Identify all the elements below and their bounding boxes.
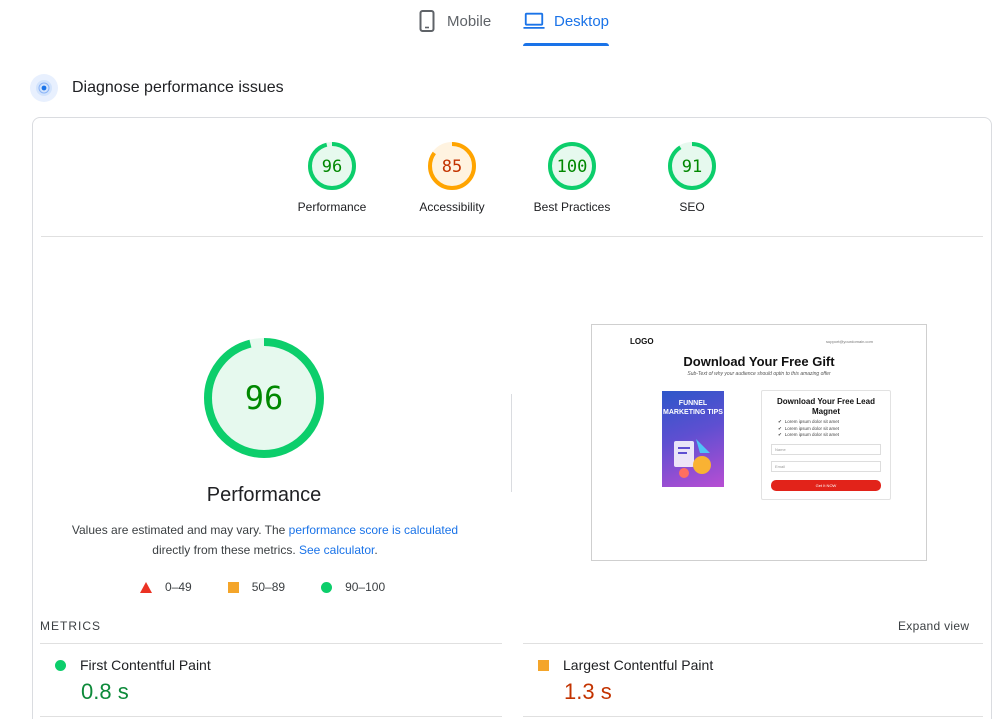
thumb-name-field: Name bbox=[771, 444, 881, 455]
desc-text-1: Values are estimated and may vary. The bbox=[71, 523, 289, 537]
triangle-icon bbox=[140, 581, 152, 593]
metric-value: 0.8 s bbox=[81, 679, 129, 704]
diagnose-title: Diagnose performance issues bbox=[72, 79, 284, 96]
gauge-accessibility[interactable]: 85 Accessibility bbox=[402, 140, 502, 214]
gauge-label-best-practices: Best Practices bbox=[533, 200, 611, 214]
metric-name: Largest Contentful Paint bbox=[563, 657, 714, 673]
diagnose-header: Diagnose performance issues bbox=[30, 74, 284, 102]
vertical-divider bbox=[511, 394, 512, 492]
see-calculator-link[interactable]: See calculator bbox=[299, 543, 374, 557]
gauge-value-seo: 91 bbox=[682, 157, 702, 177]
desc-text-2: directly from these metrics. bbox=[152, 543, 299, 557]
gauge-label-accessibility: Accessibility bbox=[419, 200, 485, 214]
score-calculated-link[interactable]: performance score is calculated bbox=[289, 523, 458, 537]
device-tabs: Mobile Desktop bbox=[0, 0, 1000, 50]
metric-first-contentful-paint: First Contentful Paint 0.8 s bbox=[55, 657, 211, 705]
thumb-form-title: Download Your Free Lead Magnet bbox=[777, 397, 875, 416]
thumb-subtext: Sub-Text of why your audience should opt… bbox=[687, 371, 831, 377]
laptop-icon bbox=[523, 10, 545, 32]
tab-desktop[interactable]: Desktop bbox=[523, 10, 609, 46]
tab-mobile-label: Mobile bbox=[447, 13, 492, 30]
gauge-label-seo: SEO bbox=[679, 200, 705, 214]
thumb-optin-form: Download Your Free Lead Magnet Lorem ips… bbox=[761, 390, 891, 500]
thumb-bullet: Lorem ipsum dolor sit amet bbox=[778, 419, 839, 426]
score-legend: 0–49 50–89 90–100 bbox=[140, 580, 421, 594]
square-icon bbox=[227, 581, 239, 593]
thumb-headline: Download Your Free Gift bbox=[683, 354, 835, 369]
gauge-value-best-practices: 100 bbox=[557, 157, 588, 177]
desc-text-3: . bbox=[374, 543, 378, 557]
circle-icon bbox=[321, 581, 333, 593]
score-description: Values are estimated and may vary. The p… bbox=[60, 520, 470, 560]
gauge-value-accessibility: 85 bbox=[442, 157, 462, 177]
main-gauge-title: Performance bbox=[206, 484, 322, 506]
selected-tab-indicator bbox=[523, 43, 609, 46]
metric-largest-contentful-paint: Largest Contentful Paint 1.3 s bbox=[538, 657, 713, 705]
circle-icon bbox=[55, 659, 66, 671]
square-icon bbox=[538, 659, 549, 671]
legend-range-average: 50–89 bbox=[251, 580, 286, 594]
gauges-divider bbox=[41, 236, 983, 237]
thumb-book-cover: FUNNEL MARKETING TIPS bbox=[662, 391, 724, 487]
thumb-book-title: FUNNEL MARKETING TIPS bbox=[663, 400, 723, 416]
main-performance-gauge: 96 bbox=[202, 336, 326, 460]
thumb-bullets: Lorem ipsum dolor sit amet Lorem ipsum d… bbox=[778, 419, 839, 439]
metrics-divider-bottom-left bbox=[40, 716, 502, 717]
legend-item-average: 50–89 bbox=[227, 580, 286, 594]
thumb-email: support@yourdomain.com bbox=[826, 339, 873, 344]
gauge-value-performance: 96 bbox=[322, 157, 342, 177]
gauge-ring-best-practices: 100 bbox=[548, 142, 596, 190]
phone-icon bbox=[416, 10, 438, 32]
expand-view-button[interactable]: Expand view bbox=[898, 619, 969, 633]
metrics-heading: METRICS bbox=[40, 619, 101, 633]
tab-mobile[interactable]: Mobile bbox=[416, 10, 491, 46]
gauge-ring-seo: 91 bbox=[668, 142, 716, 190]
main-gauge-ring: 96 bbox=[204, 338, 324, 458]
thumb-bullet: Lorem ipsum dolor sit amet bbox=[778, 432, 839, 439]
gauge-seo[interactable]: 91 SEO bbox=[642, 140, 742, 214]
metric-name: First Contentful Paint bbox=[80, 657, 211, 673]
main-gauge-value: 96 bbox=[245, 379, 284, 417]
metrics-divider-right bbox=[523, 643, 983, 644]
legend-item-fail: 0–49 bbox=[140, 580, 192, 594]
metric-value: 1.3 s bbox=[564, 679, 612, 704]
gauge-icon bbox=[30, 74, 58, 102]
legend-range-fail: 0–49 bbox=[165, 580, 192, 594]
thumb-email-field: Email bbox=[771, 461, 881, 472]
gauge-performance[interactable]: 96 Performance bbox=[282, 140, 382, 214]
gauge-best-practices[interactable]: 100 Best Practices bbox=[522, 140, 622, 214]
gauge-ring-accessibility: 85 bbox=[428, 142, 476, 190]
page-screenshot[interactable]: LOGO support@yourdomain.com Download You… bbox=[591, 324, 927, 561]
legend-item-pass: 90–100 bbox=[321, 580, 385, 594]
book-illustration-icon bbox=[674, 439, 711, 478]
gauge-ring-performance: 96 bbox=[308, 142, 356, 190]
score-gauges: 96 Performance 85 Accessibility 100 Best… bbox=[0, 140, 1000, 220]
metrics-divider-left bbox=[40, 643, 502, 644]
thumb-cta-button: Get It NOW bbox=[771, 480, 881, 491]
gauge-label-performance: Performance bbox=[297, 200, 367, 214]
thumb-logo: LOGO bbox=[630, 337, 654, 346]
tab-desktop-label: Desktop bbox=[554, 13, 610, 30]
metrics-divider-bottom-right bbox=[523, 716, 983, 717]
legend-range-pass: 90–100 bbox=[345, 580, 386, 594]
